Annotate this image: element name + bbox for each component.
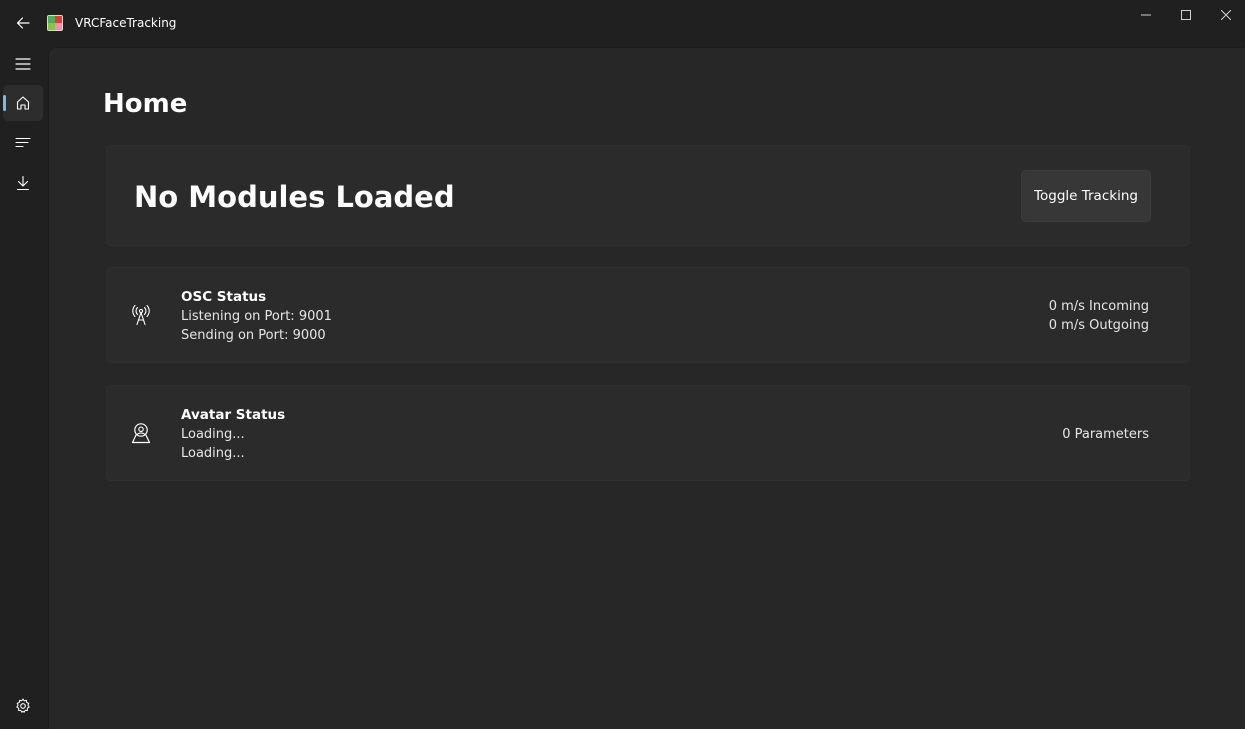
title-bar: VRCFaceTracking bbox=[0, 0, 1245, 46]
toggle-tracking-button[interactable]: Toggle Tracking bbox=[1021, 170, 1151, 222]
avatar-status-heading: Avatar Status bbox=[181, 407, 286, 423]
avatar-line-2: Loading... bbox=[181, 446, 245, 461]
minimize-button[interactable] bbox=[1126, 0, 1166, 30]
app-window: VRCFaceTracking Home No Modules Loaded T… bbox=[0, 0, 1245, 729]
page-title: Home bbox=[103, 89, 188, 119]
back-button[interactable] bbox=[6, 6, 40, 40]
osc-sending-label: Sending on Port: bbox=[181, 328, 289, 343]
nav-item-output[interactable] bbox=[3, 125, 43, 161]
nav-item-settings[interactable] bbox=[3, 688, 43, 724]
back-arrow-icon bbox=[16, 17, 30, 29]
osc-status-heading: OSC Status bbox=[181, 289, 267, 305]
list-icon bbox=[15, 137, 31, 148]
app-logo-icon bbox=[47, 15, 63, 31]
osc-listening-port: 9001 bbox=[298, 309, 332, 324]
osc-sending-line: Sending on Port: 9000 bbox=[181, 326, 326, 345]
gear-icon bbox=[16, 698, 30, 713]
minimize-icon bbox=[1141, 14, 1151, 16]
osc-outgoing-rate: 0 m/s Outgoing bbox=[1048, 318, 1149, 333]
hamburger-menu-icon bbox=[15, 58, 31, 70]
avatar-line-1: Loading... bbox=[181, 427, 245, 442]
nav-menu-toggle[interactable] bbox=[3, 46, 43, 82]
download-icon bbox=[16, 175, 30, 191]
close-icon bbox=[1221, 10, 1231, 20]
modules-card: No Modules Loaded Toggle Tracking bbox=[106, 145, 1190, 246]
avatar-status-card: Avatar Status Loading... Loading... 0 Pa… bbox=[106, 385, 1190, 481]
avatar-icon bbox=[129, 421, 153, 445]
content-area: Home No Modules Loaded Toggle Tracking O… bbox=[48, 47, 1245, 729]
home-icon bbox=[16, 96, 30, 110]
maximize-button[interactable] bbox=[1166, 0, 1206, 30]
antenna-icon bbox=[129, 303, 153, 327]
nav-selection-indicator bbox=[3, 95, 6, 111]
app-title: VRCFaceTracking bbox=[75, 16, 177, 30]
maximize-icon bbox=[1181, 10, 1191, 20]
nav-item-home[interactable] bbox=[3, 85, 43, 121]
nav-item-download[interactable] bbox=[3, 165, 43, 201]
osc-status-card: OSC Status Listening on Port: 9001 Sendi… bbox=[106, 267, 1190, 363]
osc-listening-label: Listening on Port: bbox=[181, 309, 295, 324]
close-button[interactable] bbox=[1206, 0, 1245, 30]
modules-status-title: No Modules Loaded bbox=[134, 180, 455, 214]
osc-listening-line: Listening on Port: 9001 bbox=[181, 307, 332, 326]
osc-sending-port: 9000 bbox=[292, 328, 326, 343]
avatar-parameter-count: 0 Parameters bbox=[1062, 427, 1149, 442]
navigation-rail bbox=[0, 46, 48, 729]
osc-incoming-rate: 0 m/s Incoming bbox=[1048, 299, 1149, 314]
